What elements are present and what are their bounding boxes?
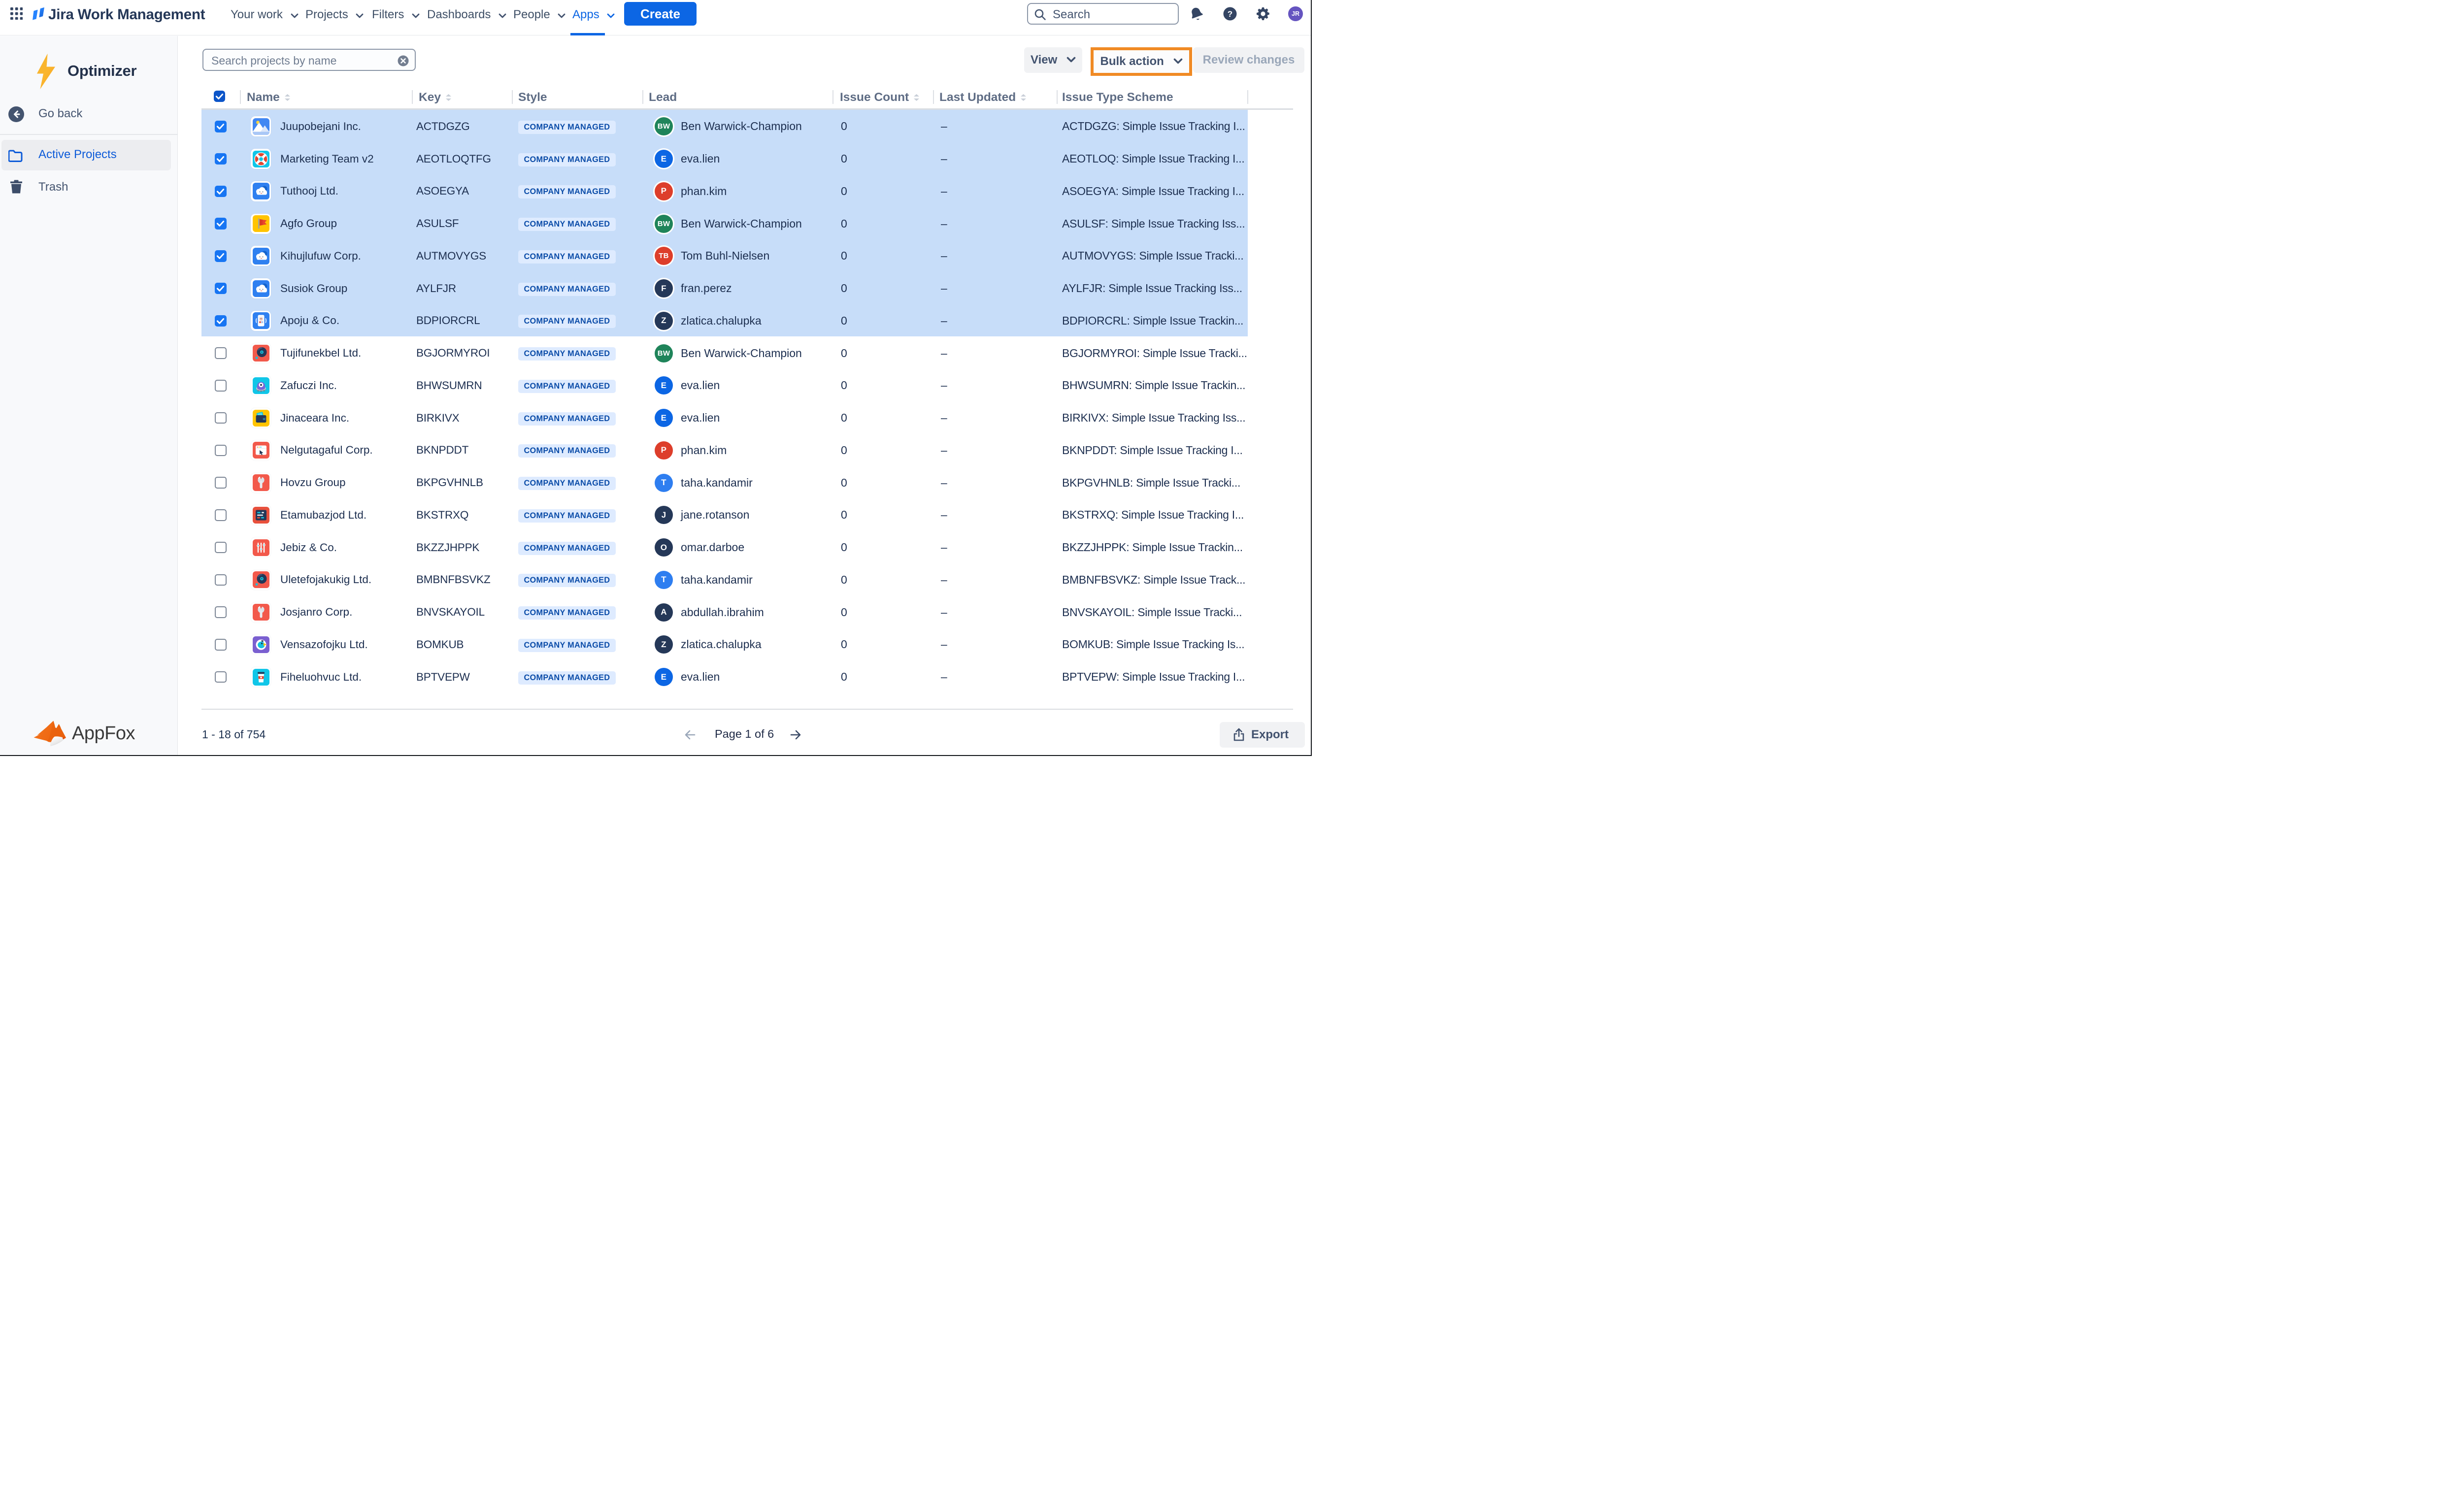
svg-text:?: ? bbox=[1228, 9, 1232, 19]
